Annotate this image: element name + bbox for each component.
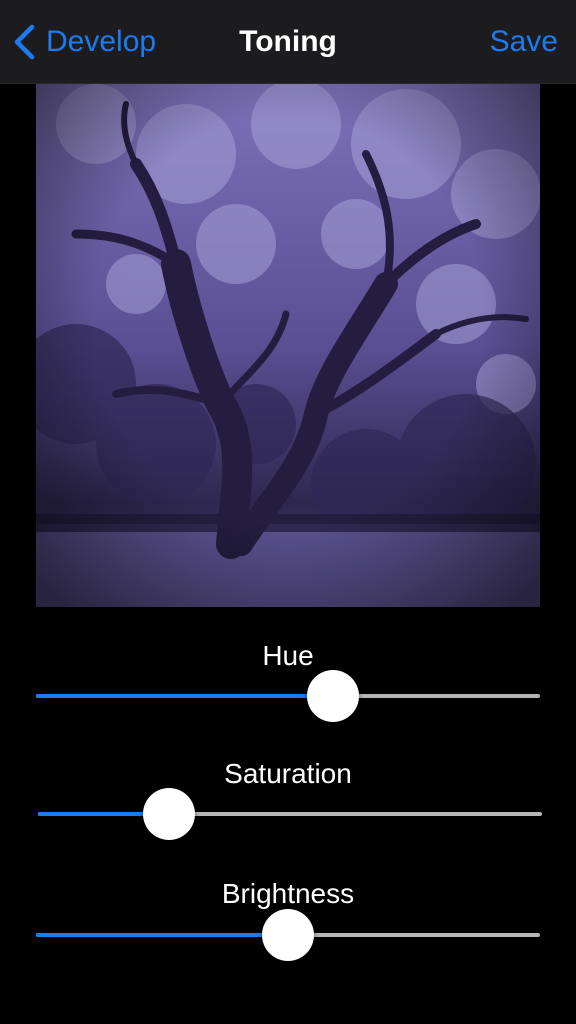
hue-slider[interactable] bbox=[36, 670, 540, 722]
save-button[interactable]: Save bbox=[490, 22, 558, 62]
hue-label: Hue bbox=[262, 640, 314, 671]
brightness-slider[interactable] bbox=[36, 909, 540, 961]
hue-slider-thumb[interactable] bbox=[307, 670, 360, 722]
navigation-bar: Develop Toning Save bbox=[0, 0, 576, 84]
hue-slider-fill bbox=[36, 694, 334, 698]
saturation-slider-thumb[interactable] bbox=[143, 788, 196, 840]
brightness-slider-fill bbox=[36, 933, 288, 937]
photo-preview bbox=[36, 84, 540, 607]
saturation-slider[interactable] bbox=[38, 788, 542, 840]
brightness-label: Brightness bbox=[221, 878, 355, 909]
saturation-label: Saturation bbox=[224, 758, 352, 789]
brightness-slider-thumb[interactable] bbox=[262, 909, 314, 961]
